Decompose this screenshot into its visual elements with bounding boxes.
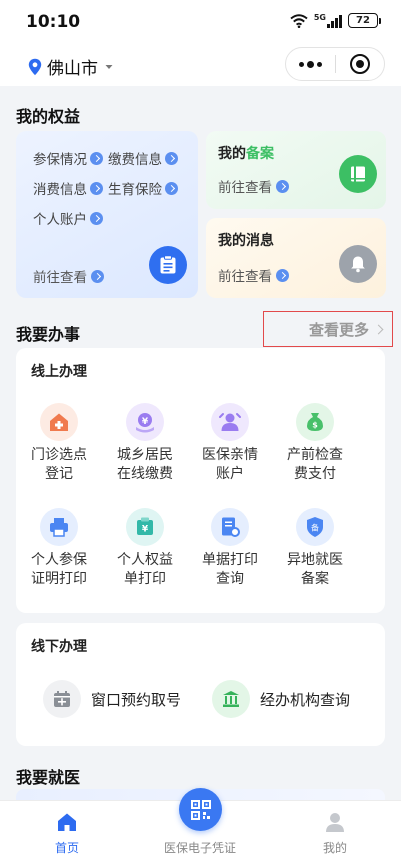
message-card[interactable]: 我的消息 前往查看 (206, 218, 386, 298)
chip-maternity-insurance[interactable]: 生育保险 (108, 178, 178, 198)
record-card-title: 我的备案 (218, 146, 274, 162)
offline-panel: 线下办理 窗口预约取号 经办机构查询 (16, 623, 385, 746)
service-rights-print[interactable]: ¥ 个人权益 单打印 (105, 508, 185, 589)
service-resident-payment[interactable]: ¥ 城乡居民 在线缴费 (105, 403, 185, 484)
signal-icon: 5G (313, 12, 342, 28)
service-clinic-registration[interactable]: 门诊选点 登记 (19, 403, 99, 484)
service-insurance-certificate-print[interactable]: 个人参保 证明打印 (19, 508, 99, 589)
chip-insurance-status[interactable]: 参保情况 (33, 148, 103, 168)
mini-program-capsule (285, 47, 385, 81)
clipboard-icon (149, 246, 187, 284)
wifi-icon (290, 13, 308, 28)
service-window-appointment[interactable]: 窗口预约取号 (43, 680, 181, 718)
arrow-right-icon (90, 181, 103, 195)
book-icon (339, 155, 377, 193)
battery-icon: 72 (348, 13, 381, 28)
arrow-right-icon (165, 151, 178, 165)
rights-section-title: 我的权益 (16, 107, 81, 126)
chip-personal-account[interactable]: 个人账户 (33, 208, 103, 228)
online-panel-title: 线上办理 (31, 364, 87, 380)
service-family-account[interactable]: 医保亲情 账户 (190, 403, 270, 484)
arrow-right-icon (91, 269, 104, 283)
svg-text:$: $ (312, 421, 318, 430)
e-voucher-button[interactable] (179, 788, 222, 831)
printer-icon (40, 508, 78, 546)
message-goto-link[interactable]: 前往查看 (218, 265, 289, 285)
institution-icon (212, 680, 250, 718)
bell-icon (339, 245, 377, 283)
view-more-button[interactable]: 查看更多 (263, 311, 393, 347)
record-card[interactable]: 我的备案 前往查看 (206, 131, 386, 209)
message-card-title: 我的消息 (218, 233, 274, 249)
network-type: 5G (313, 12, 326, 22)
home-icon (58, 813, 76, 831)
appointment-icon (43, 680, 81, 718)
service-institution-query[interactable]: 经办机构查询 (212, 680, 350, 718)
status-icons: 5G 72 (290, 13, 381, 28)
arrow-right-icon (90, 211, 103, 225)
chip-consumption-info[interactable]: 消费信息 (33, 178, 103, 198)
status-time: 10:10 (26, 12, 81, 32)
arrow-right-icon (276, 179, 289, 193)
qr-code-icon (190, 799, 211, 820)
arrow-right-icon (90, 151, 103, 165)
location-pin-icon (28, 58, 42, 75)
top-bar: 佛山市 (0, 44, 401, 86)
online-panel: 线上办理 门诊选点 登记 ¥ 城乡居民 在线缴费 医保亲情 账户 $ 产前检查 … (16, 348, 385, 613)
rights-goto-link[interactable]: 前往查看 (33, 266, 104, 286)
city-selector[interactable]: 佛山市 (28, 54, 113, 79)
profile-icon (326, 813, 344, 832)
more-menu-icon[interactable] (286, 60, 335, 68)
record-goto-link[interactable]: 前往查看 (218, 176, 289, 196)
arrow-right-icon (165, 181, 178, 195)
status-bar: 10:10 5G 72 (0, 0, 401, 44)
family-account-icon (211, 403, 249, 441)
rights-card[interactable]: 参保情况 缴费信息 消费信息 生育保险 个人账户 前往查看 (16, 131, 198, 298)
service-remote-medical-record[interactable]: 备 异地就医 备案 (275, 508, 355, 589)
remote-record-icon: 备 (296, 508, 334, 546)
caret-down-icon (105, 64, 113, 69)
chip-payment-info[interactable]: 缴费信息 (108, 148, 178, 168)
medical-section-title: 我要就医 (16, 768, 81, 787)
close-target-icon[interactable] (336, 54, 384, 74)
chevron-right-icon (373, 324, 384, 334)
svg-text:¥: ¥ (142, 417, 149, 427)
business-section-title: 我要办事 (16, 325, 81, 344)
service-prenatal-fee[interactable]: $ 产前检查 费支付 (275, 403, 355, 484)
rights-print-icon: ¥ (126, 508, 164, 546)
arrow-right-icon (276, 268, 289, 282)
payment-icon: ¥ (126, 403, 164, 441)
prenatal-fee-icon: $ (296, 403, 334, 441)
city-name: 佛山市 (47, 59, 98, 79)
offline-panel-title: 线下办理 (31, 639, 87, 655)
clinic-icon (40, 403, 78, 441)
service-receipt-print-query[interactable]: 单据打印 查询 (190, 508, 270, 589)
receipt-query-icon (211, 508, 249, 546)
svg-text:备: 备 (311, 523, 319, 533)
battery-level: 72 (348, 13, 378, 28)
svg-text:¥: ¥ (142, 525, 149, 535)
